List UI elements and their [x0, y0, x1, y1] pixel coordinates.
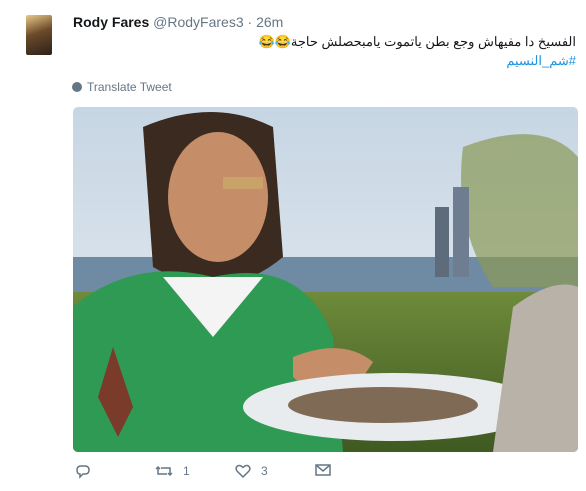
photo-image	[73, 107, 578, 452]
like-count: 3	[261, 464, 268, 478]
translate-label: Translate Tweet	[87, 80, 172, 94]
retweet-icon	[155, 465, 173, 477]
heart-icon	[235, 464, 251, 479]
avatar[interactable]	[26, 15, 52, 55]
author-name[interactable]: Rody Fares	[73, 14, 149, 30]
retweet-count: 1	[183, 464, 190, 478]
like-button[interactable]: 3	[235, 463, 268, 479]
envelope-icon	[315, 464, 331, 476]
globe-icon	[72, 82, 82, 92]
separator-dot: ·	[247, 14, 253, 30]
translate-tweet-link[interactable]: Translate Tweet	[72, 80, 172, 94]
tweet-text: الفسيخ دا مفيهاش وجع بطن ياتموت يامبحصلش…	[258, 34, 577, 49]
tweet-header: Rody Fares @RodyFares3 · 26m	[73, 12, 283, 32]
tweet-timestamp[interactable]: 26m	[256, 14, 283, 30]
reply-icon	[76, 465, 90, 479]
retweet-button[interactable]: 1	[155, 463, 190, 479]
hashtag-link[interactable]: #شم_النسيم	[506, 51, 576, 70]
reply-button[interactable]	[75, 463, 101, 479]
direct-message-button[interactable]	[315, 463, 331, 477]
author-handle[interactable]: @RodyFares3	[153, 14, 243, 30]
tweet-actions: 1 3	[75, 463, 375, 487]
tweet-photo[interactable]	[73, 107, 578, 452]
